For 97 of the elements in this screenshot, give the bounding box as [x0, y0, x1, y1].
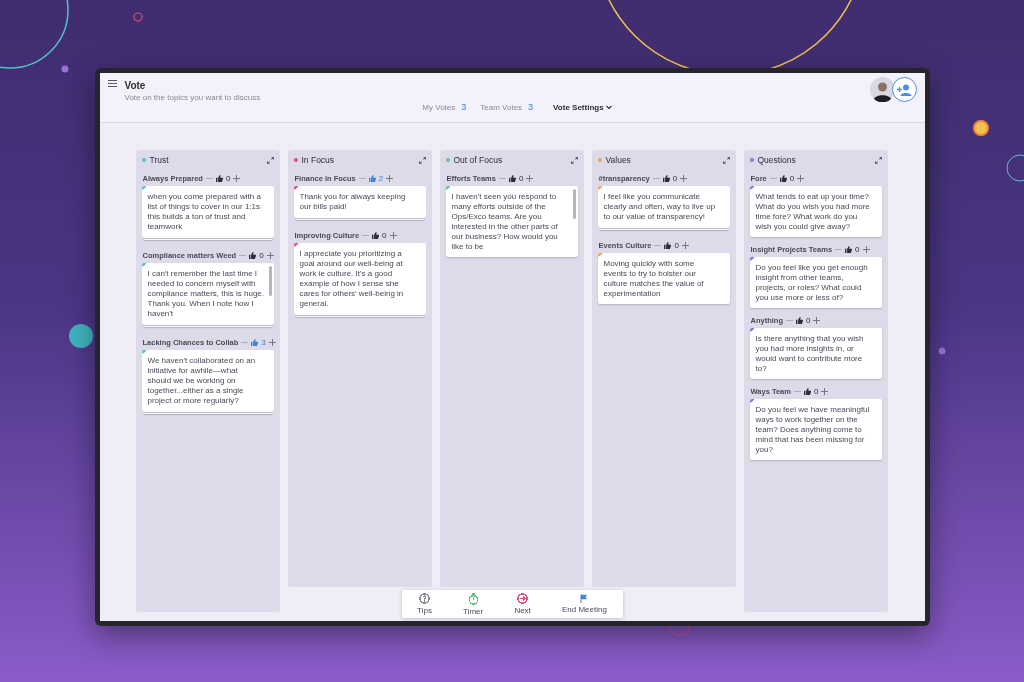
expand-icon[interactable]	[570, 156, 578, 164]
card-text: Moving quickly with some events to try to bolster our culture matches the value of experimentation	[603, 259, 704, 298]
card-text: I feel like you communicate clearly and often, way to live up to our value of transparency!	[603, 192, 716, 221]
vote-count: 0	[855, 245, 860, 254]
topic-card[interactable]: I haven't seen you respond to many efforts outside of the Ops/Exco teams. Are you interested in the other parts of our business? How would you like to be	[445, 186, 578, 257]
thumbs-up-icon[interactable]	[803, 388, 811, 395]
thumbs-up-icon[interactable]	[368, 175, 376, 182]
topic-card[interactable]: Do you feel we have meaningful ways to work together on the team? Does anything come to mind that has been missing for you?	[749, 399, 882, 460]
vote-count: 0	[674, 241, 679, 250]
plus-icon[interactable]	[862, 246, 870, 253]
card-text: Is there anything that you wish you had more insights in, or would want to contribute more to?	[755, 334, 864, 373]
plus-icon[interactable]	[526, 175, 534, 182]
plus-icon[interactable]	[813, 317, 821, 324]
toolbar-button[interactable]: Tips	[417, 593, 432, 615]
vote-count: 0	[225, 174, 231, 183]
vote-count: 0	[789, 174, 795, 183]
column-title: Values	[605, 155, 632, 165]
column-title: Trust	[149, 155, 170, 165]
vote-count: 3	[261, 338, 266, 347]
topic-card[interactable]: Moving quickly with some events to try to bolster our culture matches the value of experimentation	[597, 253, 730, 304]
scrollbar[interactable]	[268, 266, 272, 296]
decorative-ring	[133, 12, 143, 22]
toolbar-button[interactable]: End Meeting	[562, 594, 607, 614]
add-person-icon	[896, 83, 912, 96]
card-text: I haven't seen you respond to many efforts outside of the Ops/Exco teams. Are you interested in the other parts of our business? How would you like to be	[451, 192, 558, 251]
thumbs-up-icon[interactable]	[845, 246, 853, 253]
decorative-dot	[973, 120, 989, 136]
card-text: I can't remember the last time I needed to concern myself with compliance matters, this is huge. Thank you. When I note how I haven't	[147, 269, 264, 318]
column-title: Questions	[757, 155, 797, 165]
thumbs-up-icon[interactable]	[372, 232, 380, 239]
thumbs-up-icon[interactable]	[779, 175, 787, 182]
topic-card[interactable]: when you come prepared with a list of things to cover in our 1:1s this builds a ton of trust and teamwork	[141, 186, 274, 237]
topic-card[interactable]: We haven't collaborated on an initiative for awhile—what should we be working on together...either as a single project or more regularly?	[141, 350, 274, 411]
expand-icon[interactable]	[266, 156, 274, 164]
team-votes-count: 3	[528, 102, 534, 112]
topic-card[interactable]: What tends to eat up your time? What do you wish you had more time fore? What work do you wish you could give away?	[749, 186, 882, 237]
topic-card[interactable]: I appreciate you prioritizing a goal around our well-being at work ie culture. It's a good example of how I sense she cares for others' well-being in general.	[293, 243, 426, 314]
thumbs-up-icon[interactable]	[251, 339, 259, 346]
decorative-dot	[69, 324, 93, 348]
vote-count: 2	[378, 174, 384, 183]
plus-icon[interactable]	[233, 175, 241, 182]
decorative-dot	[61, 65, 69, 73]
team-votes-label: Team Votes	[480, 102, 523, 112]
card-text: Thank you for always keeping our bills paid!	[299, 192, 406, 211]
topic-card[interactable]: I can't remember the last time I needed to concern myself with compliance matters, this is huge. Thank you. When I note how I haven't	[141, 263, 274, 324]
expand-icon[interactable]	[722, 156, 730, 164]
thumbs-up-icon[interactable]	[664, 242, 672, 249]
plus-icon[interactable]	[266, 252, 274, 259]
vote-count: 0	[382, 231, 387, 240]
card-text: when you come prepared with a list of things to cover in our 1:1s this builds a ton of trust and teamwork	[147, 192, 261, 231]
menu-icon[interactable]	[107, 80, 117, 87]
minus-icon[interactable]	[786, 317, 793, 324]
plus-icon[interactable]	[681, 242, 689, 249]
thumbs-up-icon[interactable]	[249, 252, 257, 259]
plus-icon[interactable]	[797, 175, 805, 182]
card-text: Do you feel we have meaningful ways to work together on the team? Does anything come to mind that has been missing for you?	[755, 405, 870, 454]
card-text: Do you feel like you get enough insight from other teams, projects, or roles? What could you use more or less of?	[755, 263, 868, 302]
decorative-ring	[1006, 154, 1024, 182]
vote-settings-dropdown[interactable]: Vote Settings	[553, 102, 612, 112]
topic-card[interactable]: Thank you for always keeping our bills paid!	[293, 186, 426, 217]
expand-icon[interactable]	[874, 156, 882, 164]
my-votes-label: My Votes	[422, 102, 456, 112]
vote-count: 0	[672, 174, 678, 183]
column-title: In Focus	[301, 155, 336, 165]
card-text: We haven't collaborated on an initiative for awhile—what should we be working on together...either as a single project or more regularly?	[147, 356, 256, 405]
minus-icon[interactable]	[241, 339, 249, 346]
plus-icon[interactable]	[821, 388, 829, 395]
plus-icon[interactable]	[680, 175, 688, 182]
scrollbar[interactable]	[572, 189, 576, 219]
plus-icon[interactable]	[268, 339, 276, 346]
minus-icon[interactable]	[358, 175, 366, 182]
vote-count: 0	[806, 316, 811, 325]
topic-card[interactable]: I feel like you communicate clearly and often, way to live up to our value of transparency!	[597, 186, 730, 227]
page-subtitle: Vote on the topics you want to discuss	[124, 93, 261, 102]
vote-count: 0	[518, 174, 524, 183]
topic-card[interactable]: Is there anything that you wish you had more insights in, or would want to contribute more to?	[749, 328, 882, 379]
thumbs-up-icon[interactable]	[508, 175, 516, 182]
expand-icon[interactable]	[418, 156, 426, 164]
vote-count: 0	[813, 387, 819, 396]
thumbs-up-icon[interactable]	[662, 175, 670, 182]
plus-icon[interactable]	[386, 175, 394, 182]
page-title: Vote	[124, 80, 147, 91]
card-text: What tends to eat up your time? What do you wish you had more time fore? What work do you wish you could give away?	[755, 192, 870, 231]
toolbar-button[interactable]: Timer	[463, 592, 484, 616]
column-title: Out of Focus	[453, 155, 504, 165]
thumbs-up-icon[interactable]	[796, 317, 803, 324]
thumbs-up-icon[interactable]	[215, 175, 223, 182]
decorative-ring	[0, 0, 69, 69]
toolbar-button[interactable]: Next	[514, 593, 531, 615]
chevron-down-icon	[605, 104, 612, 110]
card-text: I appreciate you prioritizing a goal around our well-being at work ie culture. It's a good example of how I sense she cares for others' well-being in general.	[299, 249, 404, 308]
decorative-dot	[938, 347, 946, 355]
user-avatar[interactable]	[869, 77, 895, 102]
vote-count: 0	[259, 251, 264, 260]
topic-card[interactable]: Do you feel like you get enough insight from other teams, projects, or roles? What could you use more or less of?	[749, 257, 882, 308]
my-votes-count: 3	[461, 102, 467, 112]
plus-icon[interactable]	[389, 232, 397, 239]
